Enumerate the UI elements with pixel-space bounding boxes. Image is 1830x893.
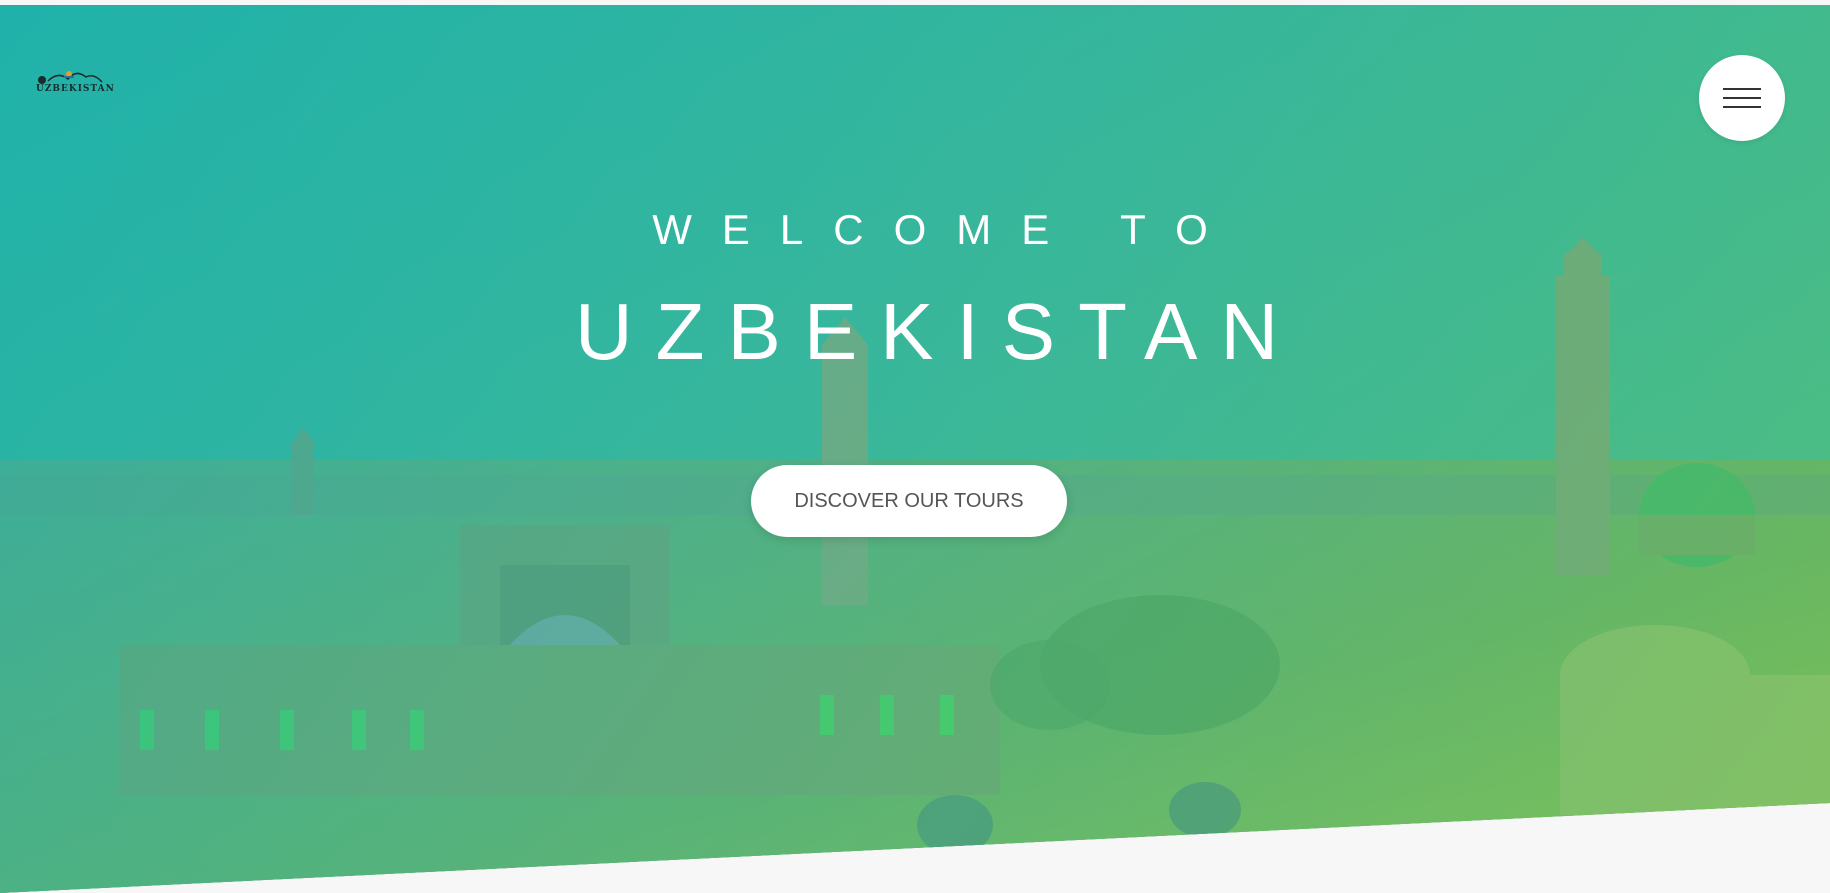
discover-tours-button[interactable]: DISCOVER OUR TOURS [751, 465, 1067, 537]
logo-text: UZBEKISTAN [36, 84, 115, 94]
site-logo[interactable]: UZBEKISTAN [36, 67, 115, 94]
hero-subtitle: WELCOME TO [652, 206, 1238, 253]
hero-title: UZBEKISTAN [574, 287, 1302, 376]
hamburger-menu-icon-line [1723, 97, 1761, 99]
color-overlay [0, 5, 1830, 893]
hamburger-menu-icon [1723, 88, 1761, 90]
hamburger-menu-icon-line [1723, 106, 1761, 108]
menu-button[interactable] [1699, 55, 1785, 141]
hero-section: UZBEKISTAN WELCOME TO UZBEKISTAN DISCOVE… [0, 5, 1830, 893]
